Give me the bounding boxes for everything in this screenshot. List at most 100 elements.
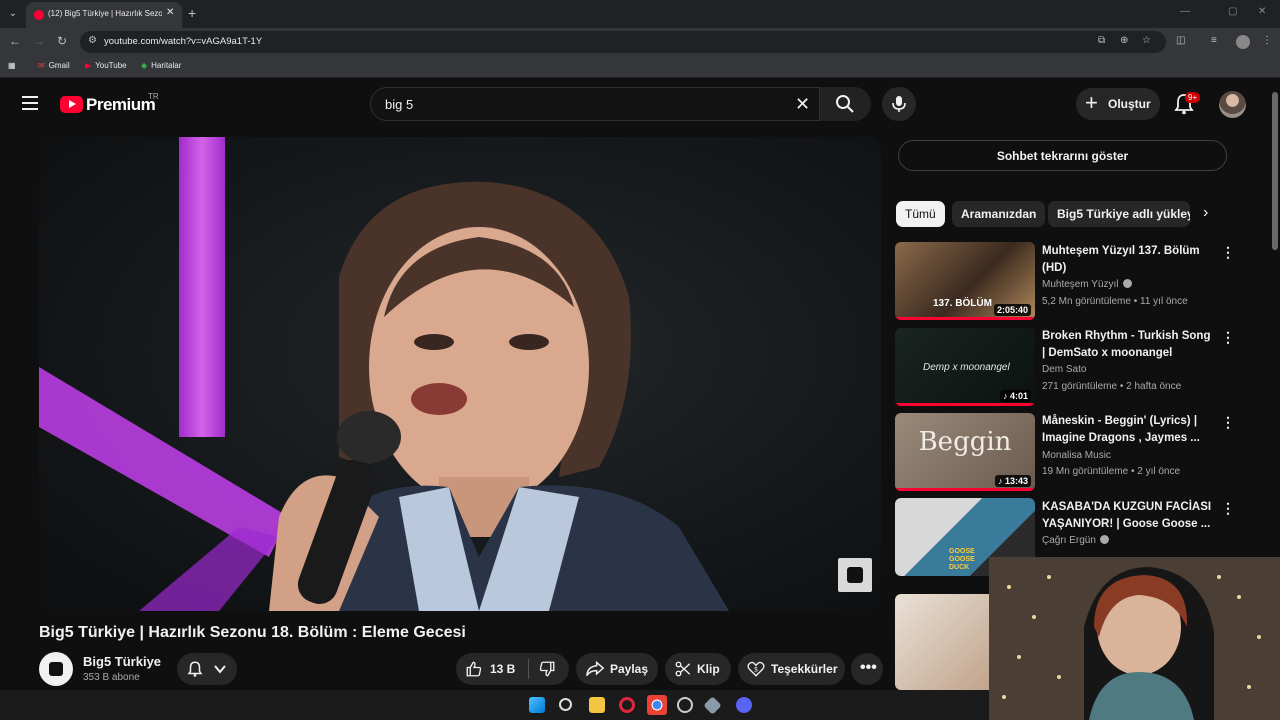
tab-search-icon[interactable]: ⌄ xyxy=(4,5,22,23)
browser-tab[interactable]: (12) Big5 Türkiye | Hazırlık Sezonu 18. … xyxy=(26,2,182,28)
like-button[interactable]: 13 B xyxy=(456,653,528,685)
search-input[interactable]: big 5 xyxy=(385,97,413,112)
rec-channel[interactable]: Dem Sato xyxy=(1042,364,1086,375)
video-frame xyxy=(39,137,881,611)
app-icon[interactable] xyxy=(703,696,722,715)
reload-icon[interactable]: ↻ xyxy=(57,34,67,48)
bell-icon xyxy=(187,661,203,677)
discord-icon[interactable] xyxy=(736,697,752,713)
rec-title[interactable]: Muhteşem Yüzyıl 137. Bölüm (HD) xyxy=(1042,243,1212,277)
browser-tabbar: ⌄ (12) Big5 Türkiye | Hazırlık Sezonu 18… xyxy=(0,0,1280,28)
chip-from-search[interactable]: Aramanızdan xyxy=(952,201,1046,227)
more-actions-button[interactable]: ••• xyxy=(851,653,883,685)
dislike-button[interactable] xyxy=(529,653,569,685)
url-text: youtube.com/watch?v=vAGA9a1T-1Y xyxy=(104,36,263,47)
zoom-icon[interactable]: ⊕ xyxy=(1120,35,1128,46)
tab-title: (12) Big5 Türkiye | Hazırlık Sezonu 18. … xyxy=(48,9,162,18)
channel-name[interactable]: Big5 Türkiye xyxy=(83,654,161,669)
show-chat-replay-button[interactable]: Sohbet tekrarını göster xyxy=(898,140,1227,171)
search-button[interactable] xyxy=(819,87,871,121)
menu-icon[interactable] xyxy=(22,96,38,110)
chevron-right-icon[interactable]: › xyxy=(1203,204,1208,222)
bookmark-gmail[interactable]: ✉ Gmail xyxy=(38,61,70,70)
subscriber-count: 353 B abone xyxy=(83,672,140,683)
thumbnail-text: 137. BÖLÜM xyxy=(933,298,992,309)
microphone-icon xyxy=(892,96,906,112)
more-vertical-icon[interactable]: ⋮ xyxy=(1221,329,1235,346)
share-button[interactable]: Paylaş xyxy=(576,653,658,685)
channel-watermark[interactable] xyxy=(838,558,872,592)
rec-meta: 5,2 Mn görüntüleme • 11 yıl önce xyxy=(1042,296,1188,307)
rec-title[interactable]: Broken Rhythm - Turkish Song | DemSato x… xyxy=(1042,328,1212,362)
opera-icon[interactable] xyxy=(619,697,635,713)
windows-start-icon[interactable] xyxy=(529,697,545,713)
thumbnail-text: GOOSE GOOSE DUCK xyxy=(949,548,975,571)
channel-avatar[interactable] xyxy=(39,652,73,686)
tab-close-icon[interactable]: ✕ xyxy=(166,7,174,18)
bookmark-youtube[interactable]: ▶ YouTube xyxy=(85,61,127,70)
address-bar[interactable]: ⚙ youtube.com/watch?v=vAGA9a1T-1Y ⧉ ⊕ ☆ xyxy=(80,31,1166,53)
watch-progress-bar xyxy=(895,488,1035,491)
rec-thumbnail[interactable]: 137. BÖLÜM 2:05:40 xyxy=(895,242,1035,320)
window-close-icon[interactable]: ✕ xyxy=(1258,6,1266,17)
svg-text:$: $ xyxy=(754,665,758,673)
scissors-icon xyxy=(675,661,691,677)
thumbs-down-icon xyxy=(539,661,555,677)
logo-text: Premium xyxy=(86,95,156,114)
new-tab-icon[interactable]: + xyxy=(188,5,196,21)
country-code: TR xyxy=(148,92,159,101)
webcam-overlay xyxy=(989,557,1280,720)
site-info-icon[interactable]: ⚙ xyxy=(88,35,97,46)
chrome-icon[interactable] xyxy=(647,695,667,715)
video-player[interactable] xyxy=(39,137,881,611)
rec-thumbnail[interactable]: Demp x moonangel ♪ 4:01 xyxy=(895,328,1035,406)
extensions-icon[interactable]: ◫ xyxy=(1176,35,1185,46)
rec-channel[interactable]: Monalisa Music xyxy=(1042,450,1111,461)
apps-grid-icon[interactable]: ▦ xyxy=(8,61,16,70)
thanks-button[interactable]: $ Teşekkürler xyxy=(738,653,845,685)
more-vertical-icon[interactable]: ⋮ xyxy=(1221,414,1235,431)
like-dislike-group: 13 B xyxy=(456,653,569,685)
voice-search-button[interactable] xyxy=(882,87,916,121)
maximize-icon[interactable]: ▢ xyxy=(1228,6,1237,17)
forward-icon[interactable]: → xyxy=(33,34,45,48)
chevron-down-icon xyxy=(214,665,226,674)
bookmark-star-icon[interactable]: ☆ xyxy=(1142,35,1151,46)
scrollbar-thumb[interactable] xyxy=(1272,92,1278,250)
more-vertical-icon[interactable]: ⋮ xyxy=(1221,500,1235,517)
thumbs-up-icon xyxy=(466,661,482,677)
tab-list-icon[interactable]: ≡ xyxy=(1211,35,1217,46)
more-vertical-icon[interactable]: ⋮ xyxy=(1221,244,1235,261)
search-icon[interactable] xyxy=(559,698,572,711)
minimize-icon[interactable]: — xyxy=(1180,6,1190,17)
create-button[interactable]: + Oluştur xyxy=(1076,88,1160,120)
clip-label: Klip xyxy=(697,662,720,676)
watch-progress-bar xyxy=(895,403,1035,406)
rec-title[interactable]: KASABA'DA KUZGUN FACİASI YAŞANIYOR! | Go… xyxy=(1042,499,1212,533)
obs-icon[interactable] xyxy=(677,697,693,713)
rec-title[interactable]: Måneskin - Beggin' (Lyrics) | Imagine Dr… xyxy=(1042,413,1212,447)
account-avatar[interactable] xyxy=(1219,91,1246,118)
rec-channel[interactable]: Çağrı Ergün xyxy=(1042,535,1109,546)
search-box[interactable]: big 5 ✕ xyxy=(370,87,871,121)
search-icon xyxy=(836,95,854,113)
chip-all[interactable]: Tümü xyxy=(896,201,945,227)
like-count: 13 B xyxy=(490,662,516,676)
bookmark-maps[interactable]: ◆ Haritalar xyxy=(141,61,181,70)
rec-thumbnail[interactable]: Beggin ♪ 13:43 xyxy=(895,413,1035,491)
more-horizontal-icon: ••• xyxy=(860,659,877,676)
clear-search-icon[interactable]: ✕ xyxy=(795,94,810,115)
chip-uploader[interactable]: Big5 Türkiye adlı yükleyici xyxy=(1048,201,1190,227)
subscribe-notifications-button[interactable] xyxy=(177,653,237,685)
profile-icon[interactable] xyxy=(1236,35,1250,49)
back-icon[interactable]: ← xyxy=(9,34,21,48)
super-thanks-icon: $ xyxy=(747,661,765,677)
rec-meta: 19 Mn görüntüleme • 2 yıl önce xyxy=(1042,466,1181,477)
rec-channel[interactable]: Muhteşem Yüzyıl xyxy=(1042,279,1132,290)
file-explorer-icon[interactable] xyxy=(589,697,605,713)
clip-button[interactable]: Klip xyxy=(665,653,731,685)
menu-dots-icon[interactable]: ⋮ xyxy=(1262,35,1272,46)
cast-icon[interactable]: ⧉ xyxy=(1098,35,1105,46)
share-icon xyxy=(586,660,605,676)
share-label: Paylaş xyxy=(610,662,649,676)
